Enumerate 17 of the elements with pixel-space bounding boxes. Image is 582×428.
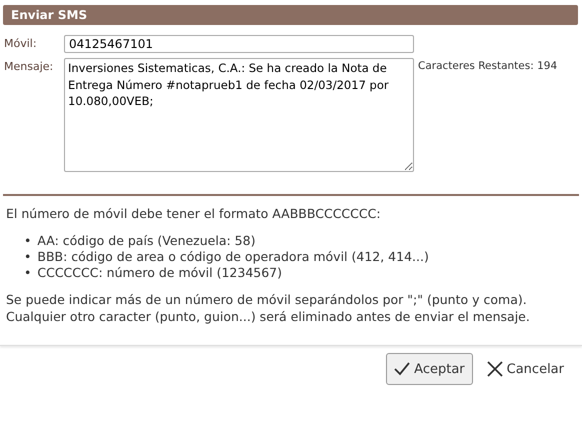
dialog-title: Enviar SMS: [3, 5, 578, 25]
field-label: Móvil:: [4, 36, 38, 50]
accept-button[interactable]: Aceptar: [386, 353, 473, 386]
bullet: •: [24, 232, 32, 250]
close-icon: [486, 361, 503, 378]
bullet: •: [24, 265, 32, 282]
mobile-field[interactable]: 04125467101: [64, 35, 414, 53]
message-field[interactable]: Inversiones Sistematicas, C.A.: Se ha creado la Nota de Entrega Número #notaprueb1 de fecha 02/03/2017 por 10.080,00VEB;: [64, 58, 414, 172]
field-label: Mensaje:: [4, 59, 54, 73]
format-text: El número de móvil debe tener el formato AABBBCCCCCCC:: [6, 206, 382, 223]
format-item: CCCCCCC: número de móvil (1234567): [37, 265, 282, 282]
remaining-characters: Caracteres Restantes: 194: [418, 59, 558, 72]
bullet: •: [24, 249, 32, 266]
format-item: AA: código de país (Venezuela: 58): [37, 232, 256, 250]
check-icon: [394, 362, 410, 376]
note-text: Se puede indicar más de un número de móvil separándolos por ";" (punto y coma). Cualquier otro caracter (punto, guion...) será eliminado antes de enviar el mensaje.: [6, 292, 531, 326]
format-item: BBB: código de area o código de operadora móvil (412, 414...): [37, 249, 429, 266]
